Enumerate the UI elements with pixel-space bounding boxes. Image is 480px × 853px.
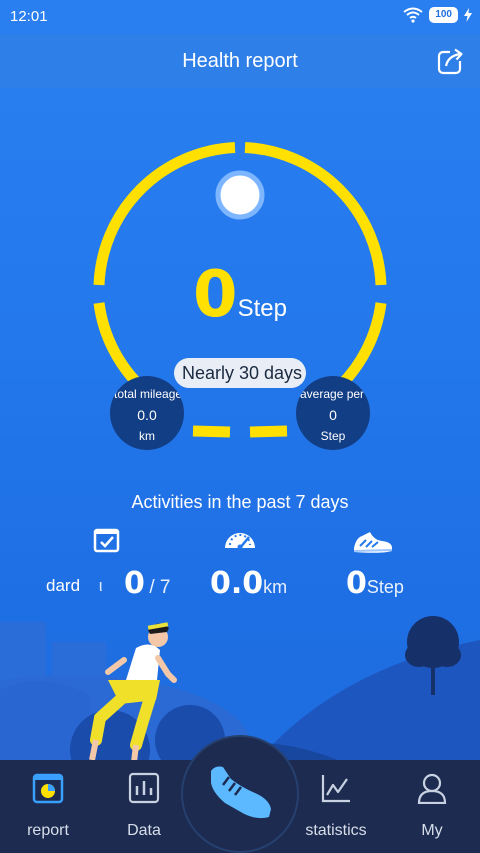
standard-total: / 7 bbox=[149, 577, 171, 598]
health-report-screen: 12:01 100 Health report 0Step Nearly 30 … bbox=[0, 0, 480, 853]
standard-count: 0 bbox=[124, 566, 145, 601]
distance-7-days: 0.0km bbox=[210, 566, 287, 601]
nav-my[interactable]: My bbox=[387, 760, 477, 853]
battery-indicator: 100 bbox=[429, 7, 458, 23]
distance-unit: km bbox=[263, 577, 288, 597]
app-header: Health report bbox=[0, 34, 480, 88]
charging-icon bbox=[464, 8, 472, 22]
total-mileage-badge: total mileage 0.0 km bbox=[110, 376, 184, 450]
activities-title: Activities in the past 7 days bbox=[131, 492, 349, 512]
statistics-icon bbox=[321, 775, 350, 803]
distance-value: 0.0 bbox=[210, 566, 264, 601]
nav-report[interactable]: report bbox=[3, 760, 93, 853]
nav-data-label: Data bbox=[127, 822, 161, 839]
standard-value: 0 / 7 bbox=[124, 566, 170, 601]
steps-7-days: 0Step bbox=[346, 566, 404, 601]
report-icon bbox=[32, 773, 64, 804]
user-icon bbox=[417, 773, 447, 804]
share-icon[interactable] bbox=[436, 46, 466, 76]
standard-label: dard bbox=[46, 576, 81, 595]
standard-label-suffix: ι bbox=[98, 576, 103, 595]
data-chart-icon bbox=[128, 772, 160, 804]
page-title: Health report bbox=[182, 50, 298, 72]
nav-my-label: My bbox=[421, 822, 443, 839]
total-mileage-value: 0.0 bbox=[137, 407, 157, 423]
step-count: 0Step bbox=[0, 258, 480, 332]
status-icons: 100 bbox=[403, 7, 472, 23]
status-time: 12:01 bbox=[10, 8, 48, 25]
period-selector[interactable]: Nearly 30 days bbox=[174, 358, 306, 388]
standard-days: dard ι bbox=[46, 576, 103, 596]
speedometer-icon bbox=[225, 533, 255, 550]
nav-statistics-label: statistics bbox=[305, 822, 367, 839]
average-badge: average per day 0 Step bbox=[296, 376, 370, 450]
checkbox-calendar-icon bbox=[93, 528, 120, 553]
average-label: average per day bbox=[300, 387, 370, 401]
total-mileage-label: total mileage bbox=[114, 387, 183, 401]
shoe-icon bbox=[211, 766, 271, 819]
nav-data[interactable]: Data bbox=[99, 760, 189, 853]
step-unit: Step bbox=[237, 295, 287, 322]
steps-value: 0 bbox=[346, 566, 367, 601]
nav-report-label: report bbox=[27, 822, 69, 839]
average-value: 0 bbox=[329, 407, 337, 423]
nav-statistics[interactable]: statistics bbox=[291, 760, 381, 853]
progress-knob bbox=[215, 170, 265, 220]
sneaker-icon bbox=[353, 532, 393, 553]
step-value: 0 bbox=[193, 258, 238, 332]
wifi-icon bbox=[403, 7, 423, 23]
start-run-button[interactable] bbox=[181, 735, 299, 853]
steps-unit: Step bbox=[366, 577, 404, 597]
status-bar: 12:01 100 bbox=[0, 0, 480, 34]
